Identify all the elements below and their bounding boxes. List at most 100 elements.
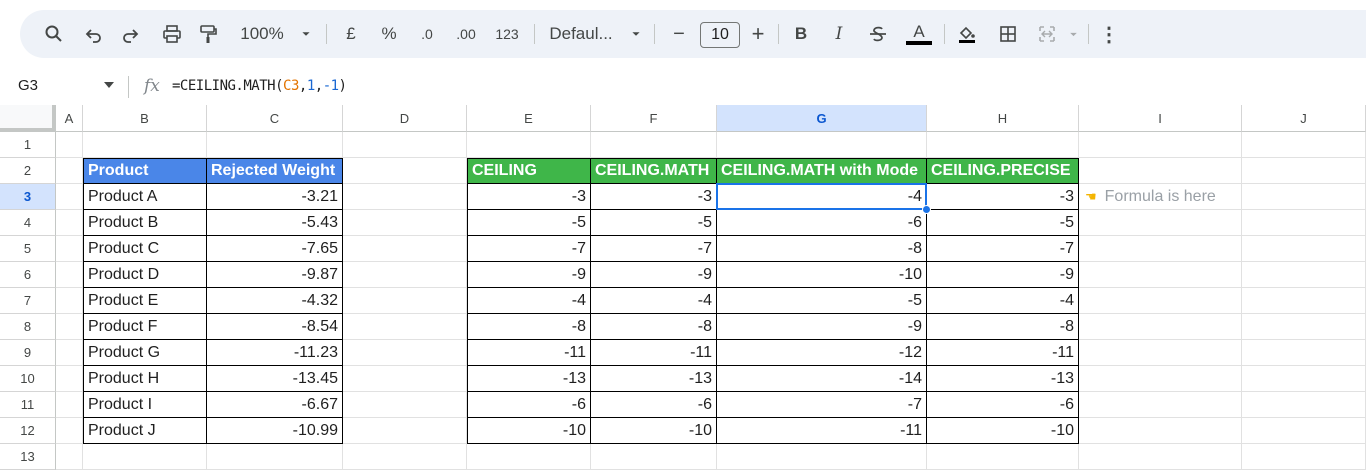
right-table-cell[interactable]: -3	[591, 184, 717, 210]
right-table-cell[interactable]: -8	[927, 314, 1079, 340]
right-table-cell[interactable]: -7	[467, 236, 591, 262]
percent-button[interactable]: %	[376, 10, 402, 58]
right-table-cell[interactable]: -7	[717, 392, 927, 418]
increase-decimal-button[interactable]: .00	[450, 10, 482, 58]
right-table-cell[interactable]: -6	[927, 392, 1079, 418]
right-table-cell[interactable]: -5	[467, 210, 591, 236]
column-header-i[interactable]: I	[1079, 105, 1242, 132]
right-table-cell[interactable]: -10	[591, 418, 717, 444]
borders-icon[interactable]	[996, 10, 1020, 58]
right-table-cell[interactable]: -10	[717, 262, 927, 288]
fill-handle[interactable]	[922, 205, 931, 214]
left-table-cell[interactable]: Product H	[83, 366, 207, 392]
left-table-cell[interactable]: -8.54	[207, 314, 343, 340]
right-table-cell[interactable]: -11	[927, 340, 1079, 366]
right-table-cell[interactable]: -4	[591, 288, 717, 314]
row-header-10[interactable]: 10	[0, 366, 56, 392]
row-header-5[interactable]: 5	[0, 236, 56, 262]
merge-cells-icon[interactable]	[1034, 10, 1060, 58]
left-table-cell[interactable]: Product B	[83, 210, 207, 236]
column-header-g[interactable]: G	[717, 105, 927, 132]
left-table-cell[interactable]: -7.65	[207, 236, 343, 262]
right-table-cell[interactable]: -8	[591, 314, 717, 340]
left-table-cell[interactable]: -9.87	[207, 262, 343, 288]
left-table-cell[interactable]: Product A	[83, 184, 207, 210]
left-table-cell[interactable]: Product G	[83, 340, 207, 366]
right-table-cell[interactable]: -9	[467, 262, 591, 288]
right-table-cell[interactable]: -5	[927, 210, 1079, 236]
font-caret-icon[interactable]	[628, 10, 644, 58]
right-table-cell[interactable]: -3	[927, 184, 1079, 210]
right-table-cell[interactable]: -13	[591, 366, 717, 392]
left-table-cell[interactable]: Product D	[83, 262, 207, 288]
row-header-11[interactable]: 11	[0, 392, 56, 418]
right-table-cell[interactable]: -4	[717, 184, 927, 210]
left-table-cell[interactable]: Product I	[83, 392, 207, 418]
left-table-cell[interactable]: -4.32	[207, 288, 343, 314]
right-table-cell[interactable]: -6	[717, 210, 927, 236]
row-header-3[interactable]: 3	[0, 184, 56, 210]
left-table-cell[interactable]: -6.67	[207, 392, 343, 418]
row-header-12[interactable]: 12	[0, 418, 56, 444]
column-header-c[interactable]: C	[207, 105, 343, 132]
right-table-cell[interactable]: -13	[467, 366, 591, 392]
right-table-cell[interactable]: -10	[467, 418, 591, 444]
name-box-caret-icon[interactable]	[104, 82, 114, 88]
zoom-caret-icon[interactable]	[298, 10, 314, 58]
row-header-8[interactable]: 8	[0, 314, 56, 340]
right-table-cell[interactable]: -11	[467, 340, 591, 366]
row-header-9[interactable]: 9	[0, 340, 56, 366]
right-table-cell[interactable]: -9	[927, 262, 1079, 288]
row-header-7[interactable]: 7	[0, 288, 56, 314]
zoom-select[interactable]: 100%	[232, 10, 292, 58]
right-table-cell[interactable]: -14	[717, 366, 927, 392]
bold-button[interactable]: B	[790, 10, 812, 58]
print-icon[interactable]	[158, 10, 186, 58]
currency-button[interactable]: £	[338, 10, 364, 58]
column-header-d[interactable]: D	[343, 105, 467, 132]
name-box[interactable]: G3	[18, 77, 38, 94]
paint-format-icon[interactable]	[194, 10, 222, 58]
number-format-button[interactable]: 123	[490, 10, 524, 58]
row-header-2[interactable]: 2	[0, 158, 56, 184]
left-table-cell[interactable]: -3.21	[207, 184, 343, 210]
left-table-cell[interactable]: Product F	[83, 314, 207, 340]
right-table-cell[interactable]: -5	[591, 210, 717, 236]
font-size-input[interactable]: 10	[700, 22, 740, 48]
right-table-cell[interactable]: -11	[591, 340, 717, 366]
right-table-cell[interactable]: -7	[927, 236, 1079, 262]
column-header-b[interactable]: B	[83, 105, 207, 132]
right-table-cell[interactable]: -4	[927, 288, 1079, 314]
right-table-cell[interactable]: -11	[717, 418, 927, 444]
redo-icon[interactable]	[116, 10, 144, 58]
font-select[interactable]: Defaul...	[546, 10, 616, 58]
search-icon[interactable]	[40, 10, 68, 58]
more-options-button[interactable]: ⋮	[1098, 10, 1120, 58]
decrease-decimal-button[interactable]: .0	[412, 10, 442, 58]
left-table-header-cell[interactable]: Rejected Weight	[207, 158, 343, 184]
right-table-header-cell[interactable]: CEILING.PRECISE	[927, 158, 1079, 184]
right-table-cell[interactable]: -7	[591, 236, 717, 262]
right-table-cell[interactable]: -5	[717, 288, 927, 314]
left-table-header-cell[interactable]: Product	[83, 158, 207, 184]
right-table-cell[interactable]: -9	[717, 314, 927, 340]
row-header-4[interactable]: 4	[0, 210, 56, 236]
undo-icon[interactable]	[80, 10, 108, 58]
strikethrough-icon[interactable]	[866, 10, 890, 58]
left-table-cell[interactable]: Product C	[83, 236, 207, 262]
right-table-header-cell[interactable]: CEILING.MATH	[591, 158, 717, 184]
column-header-h[interactable]: H	[927, 105, 1079, 132]
row-header-13[interactable]: 13	[0, 444, 56, 470]
right-table-cell[interactable]: -6	[591, 392, 717, 418]
increase-font-size-button[interactable]: +	[746, 10, 770, 58]
right-table-header-cell[interactable]: CEILING	[467, 158, 591, 184]
right-table-header-cell[interactable]: CEILING.MATH with Mode	[717, 158, 927, 184]
right-table-cell[interactable]: -6	[467, 392, 591, 418]
column-header-j[interactable]: J	[1242, 105, 1366, 132]
column-header-f[interactable]: F	[591, 105, 717, 132]
column-header-a[interactable]: A	[56, 105, 83, 132]
left-table-cell[interactable]: -10.99	[207, 418, 343, 444]
right-table-cell[interactable]: -12	[717, 340, 927, 366]
merge-caret-icon[interactable]	[1066, 10, 1080, 58]
decrease-font-size-button[interactable]: −	[668, 10, 690, 58]
